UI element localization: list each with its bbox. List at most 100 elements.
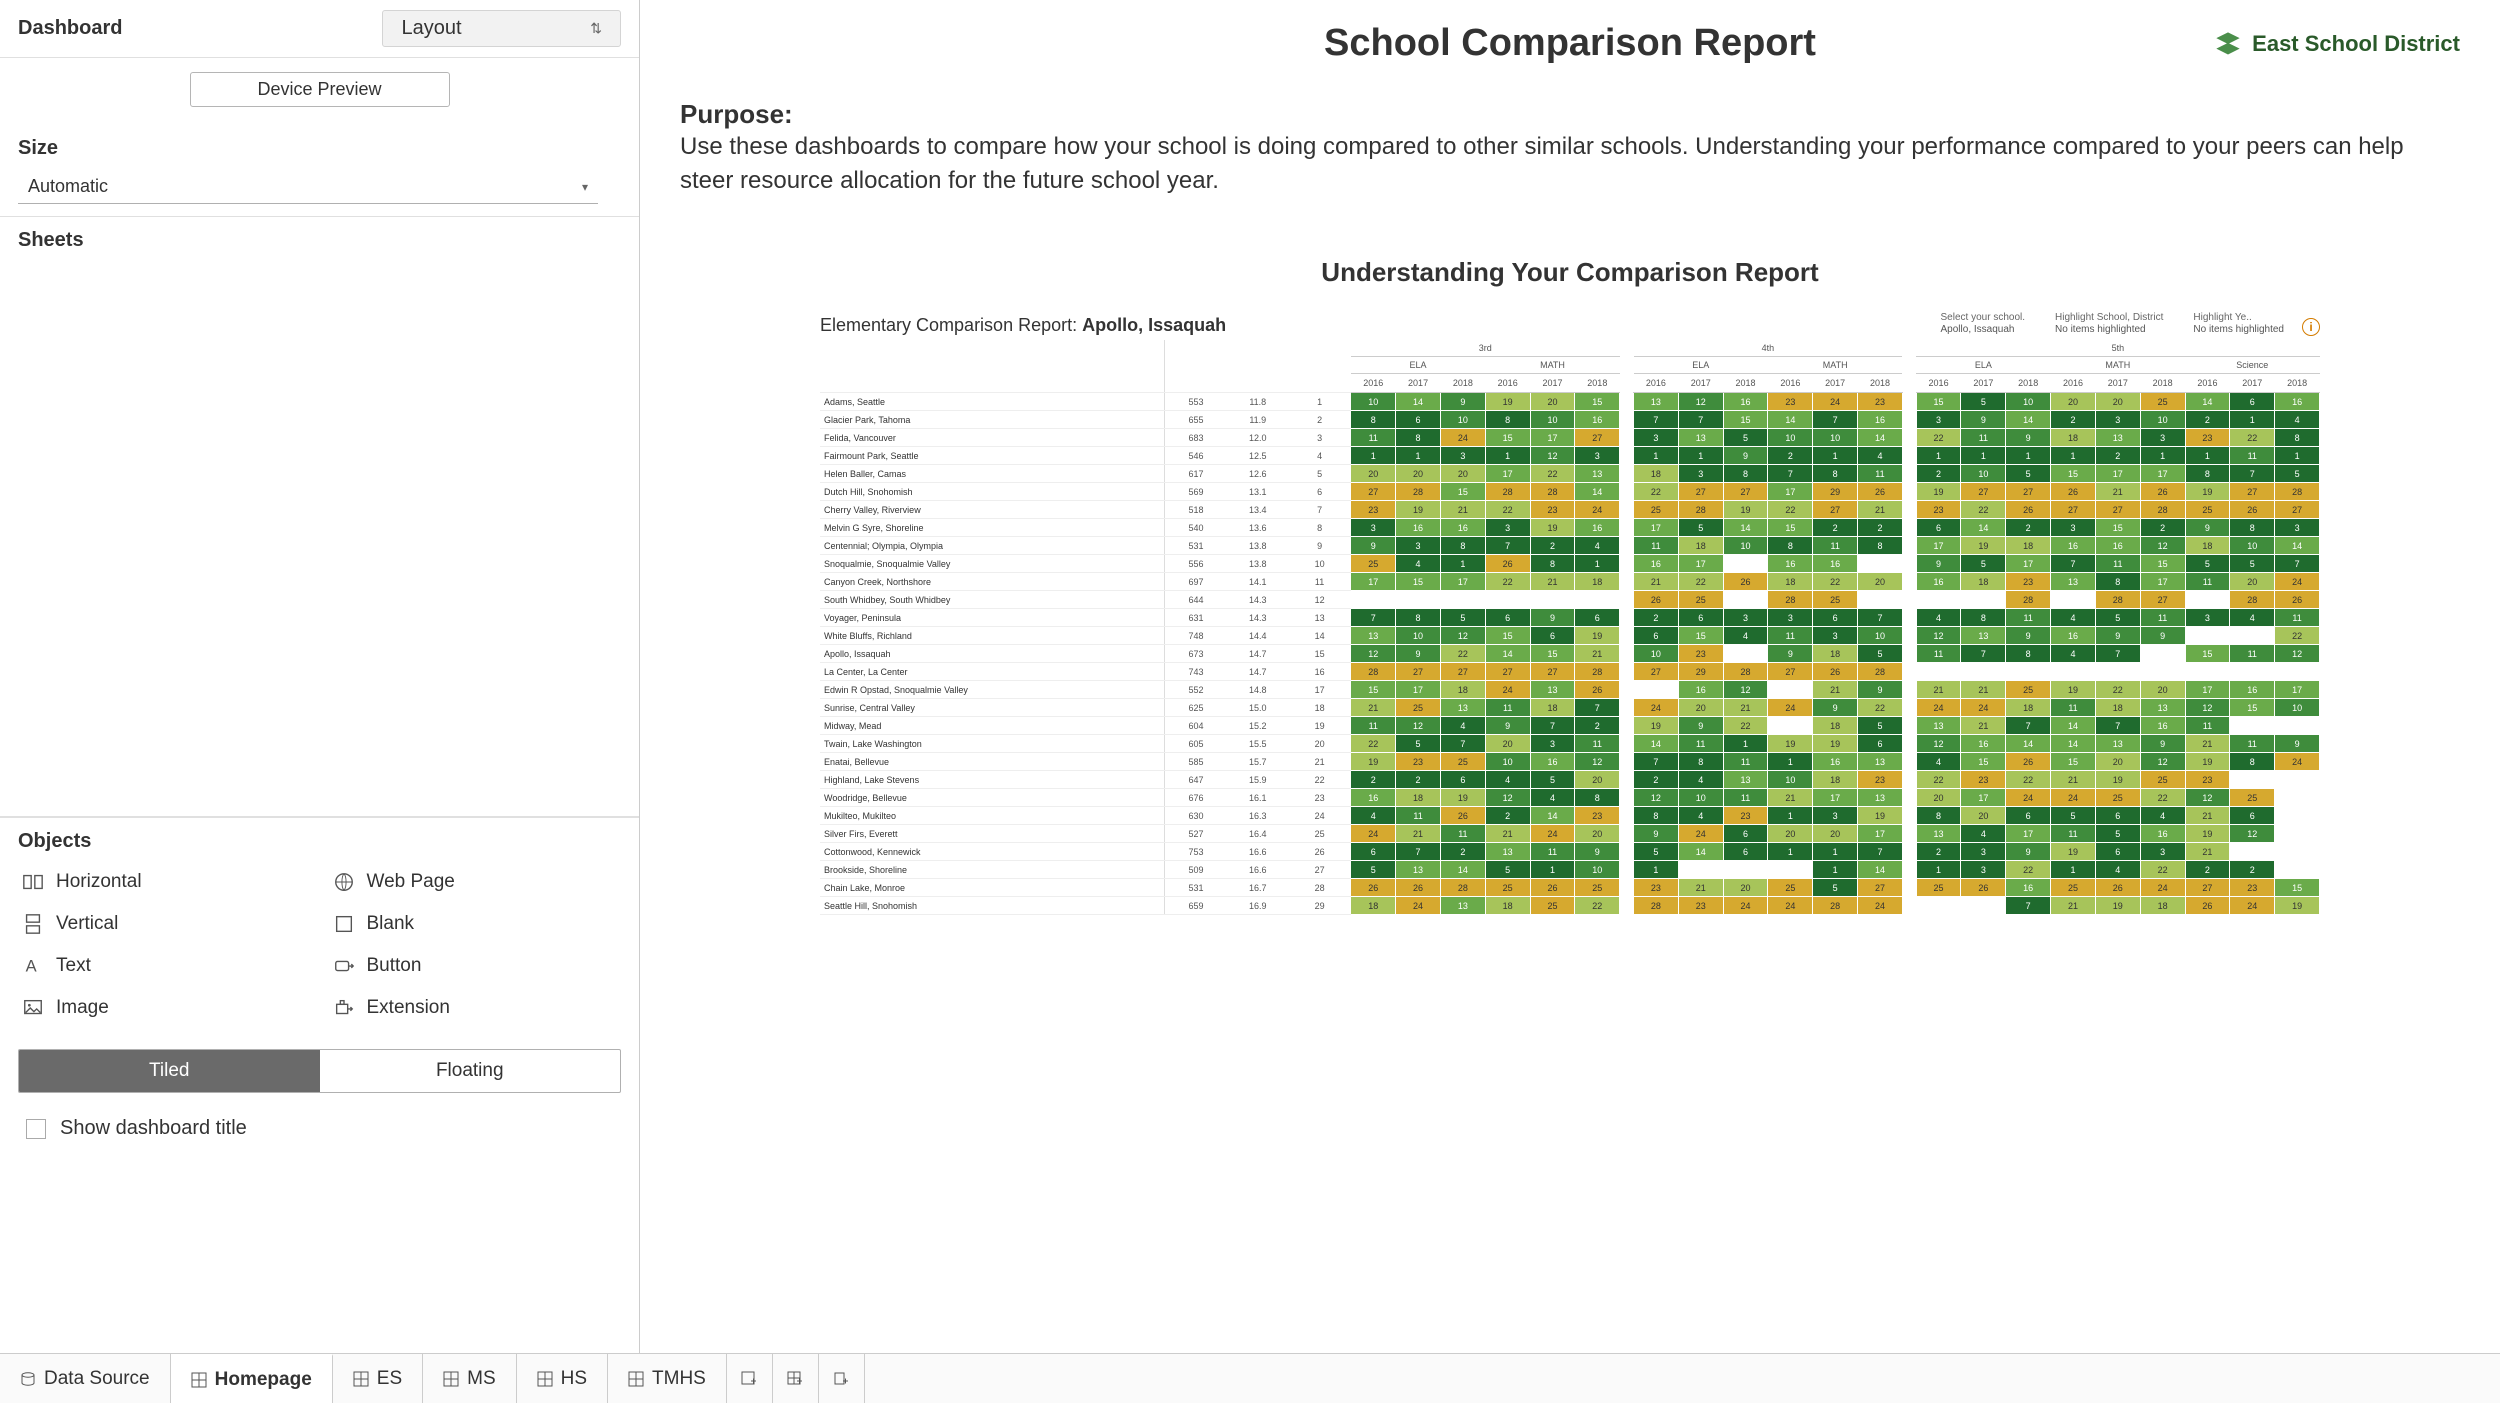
heatmap-cell[interactable]: 19 [1916, 483, 1961, 501]
heatmap-cell[interactable]: 4 [2275, 411, 2320, 429]
heatmap-cell[interactable]: 15 [1351, 681, 1396, 699]
heatmap-cell[interactable]: 13 [1634, 393, 1679, 411]
heatmap-cell[interactable]: 2 [2095, 447, 2140, 465]
heatmap-cell[interactable]: 1 [2140, 447, 2185, 465]
heatmap-cell[interactable]: 27 [1678, 483, 1723, 501]
heatmap-cell[interactable]: 16 [1768, 555, 1813, 573]
heatmap-cell[interactable]: 10 [1768, 771, 1813, 789]
heatmap-cell[interactable]: 19 [1858, 807, 1903, 825]
heatmap-cell[interactable]: 12 [1634, 789, 1679, 807]
heatmap-cell[interactable]: 10 [1396, 627, 1441, 645]
heatmap-cell[interactable]: 9 [1813, 699, 1858, 717]
heatmap-cell[interactable]: 20 [1916, 789, 1961, 807]
heatmap-cell[interactable]: 17 [1396, 681, 1441, 699]
heatmap-cell[interactable]: 23 [1916, 501, 1961, 519]
info-icon[interactable]: i [2302, 318, 2320, 336]
heatmap-cell[interactable]: 28 [2140, 501, 2185, 519]
heatmap-cell[interactable]: 10 [1440, 411, 1485, 429]
heatmap-cell[interactable]: 16 [1678, 681, 1723, 699]
heatmap-cell[interactable]: 18 [2051, 429, 2096, 447]
heatmap-cell[interactable]: 3 [1530, 735, 1575, 753]
heatmap-cell[interactable]: 4 [2051, 645, 2096, 663]
heatmap-cell[interactable]: 10 [2140, 411, 2185, 429]
heatmap-cell[interactable]: 11 [2006, 609, 2051, 627]
heatmap-cell[interactable]: 15 [1916, 393, 1961, 411]
heatmap-cell[interactable]: 18 [1813, 771, 1858, 789]
heatmap-cell[interactable]: 9 [1634, 825, 1679, 843]
heatmap-cell[interactable]: 7 [2230, 465, 2275, 483]
filter-highlight-school[interactable]: Highlight School, District No items high… [2055, 312, 2163, 336]
heatmap-cell[interactable]: 10 [1530, 411, 1575, 429]
heatmap-cell[interactable]: 10 [2006, 393, 2051, 411]
heatmap-cell[interactable]: 4 [1396, 555, 1441, 573]
heatmap-cell[interactable]: 17 [2140, 465, 2185, 483]
heatmap-cell[interactable]: 11 [2275, 609, 2320, 627]
heatmap-cell[interactable]: 9 [2006, 843, 2051, 861]
heatmap-cell[interactable]: 23 [1634, 879, 1679, 897]
sheet-tab-hs[interactable]: HS [517, 1354, 608, 1403]
heatmap-cell[interactable]: 1 [1634, 447, 1679, 465]
heatmap-cell[interactable]: 21 [1858, 501, 1903, 519]
heatmap-cell[interactable]: 8 [1723, 465, 1768, 483]
heatmap-cell[interactable]: 3 [1440, 447, 1485, 465]
heatmap-cell[interactable]: 19 [2095, 897, 2140, 915]
heatmap-cell[interactable] [1575, 591, 1620, 609]
seg-floating[interactable]: Floating [320, 1050, 621, 1092]
heatmap-cell[interactable]: 24 [2275, 753, 2320, 771]
heatmap-cell[interactable]: 1 [1768, 753, 1813, 771]
heatmap-cell[interactable]: 7 [1961, 645, 2006, 663]
heatmap-cell[interactable]: 20 [1575, 825, 1620, 843]
heatmap-cell[interactable] [1858, 591, 1903, 609]
heatmap-cell[interactable]: 12 [2185, 699, 2230, 717]
heatmap-cell[interactable]: 23 [1723, 807, 1768, 825]
heatmap-cell[interactable]: 23 [1858, 771, 1903, 789]
heatmap-cell[interactable]: 9 [1396, 645, 1441, 663]
heatmap-cell[interactable]: 16 [1858, 411, 1903, 429]
heatmap-cell[interactable]: 10 [2275, 699, 2320, 717]
heatmap-cell[interactable]: 11 [1575, 735, 1620, 753]
heatmap-cell[interactable]: 22 [1678, 573, 1723, 591]
heatmap-cell[interactable]: 26 [1813, 663, 1858, 681]
heatmap-cell[interactable]: 28 [1723, 663, 1768, 681]
heatmap-cell[interactable] [2185, 591, 2230, 609]
heatmap-cell[interactable]: 28 [1530, 483, 1575, 501]
heatmap-cell[interactable]: 27 [2140, 591, 2185, 609]
size-select[interactable]: Automatic ▾ [18, 170, 598, 204]
heatmap-cell[interactable]: 19 [2185, 753, 2230, 771]
heatmap-cell[interactable]: 18 [1678, 537, 1723, 555]
heatmap-cell[interactable] [2051, 663, 2096, 681]
heatmap-cell[interactable]: 2 [2185, 411, 2230, 429]
heatmap-cell[interactable]: 3 [2051, 519, 2096, 537]
heatmap-cell[interactable]: 14 [1440, 861, 1485, 879]
heatmap-cell[interactable]: 13 [1440, 897, 1485, 915]
heatmap-cell[interactable]: 5 [1440, 609, 1485, 627]
heatmap-cell[interactable]: 26 [1530, 879, 1575, 897]
heatmap-cell[interactable]: 22 [1485, 501, 1530, 519]
heatmap-cell[interactable]: 19 [2185, 825, 2230, 843]
heatmap-cell[interactable]: 13 [1440, 699, 1485, 717]
heatmap-cell[interactable]: 20 [1440, 465, 1485, 483]
heatmap-cell[interactable]: 9 [1916, 555, 1961, 573]
heatmap-cell[interactable]: 14 [1575, 483, 1620, 501]
heatmap-cell[interactable] [1858, 555, 1903, 573]
heatmap-cell[interactable] [2275, 717, 2320, 735]
heatmap-cell[interactable]: 21 [1961, 681, 2006, 699]
heatmap-cell[interactable]: 21 [1723, 699, 1768, 717]
heatmap-cell[interactable]: 17 [2006, 555, 2051, 573]
heatmap-cell[interactable]: 1 [1396, 447, 1441, 465]
heatmap-cell[interactable]: 10 [1485, 753, 1530, 771]
heatmap-cell[interactable] [2051, 591, 2096, 609]
heatmap-cell[interactable]: 3 [1634, 429, 1679, 447]
heatmap-cell[interactable]: 27 [2185, 879, 2230, 897]
heatmap-cell[interactable]: 25 [1768, 879, 1813, 897]
heatmap-cell[interactable]: 12 [2140, 753, 2185, 771]
heatmap-cell[interactable]: 20 [2140, 681, 2185, 699]
heatmap-cell[interactable]: 8 [2006, 645, 2051, 663]
seg-tiled[interactable]: Tiled [19, 1050, 320, 1092]
heatmap-cell[interactable]: 22 [2230, 429, 2275, 447]
heatmap-cell[interactable]: 1 [1351, 447, 1396, 465]
heatmap-cell[interactable]: 22 [2006, 861, 2051, 879]
heatmap-cell[interactable]: 5 [1485, 861, 1530, 879]
heatmap-cell[interactable]: 5 [2051, 807, 2096, 825]
heatmap-cell[interactable]: 3 [1813, 807, 1858, 825]
